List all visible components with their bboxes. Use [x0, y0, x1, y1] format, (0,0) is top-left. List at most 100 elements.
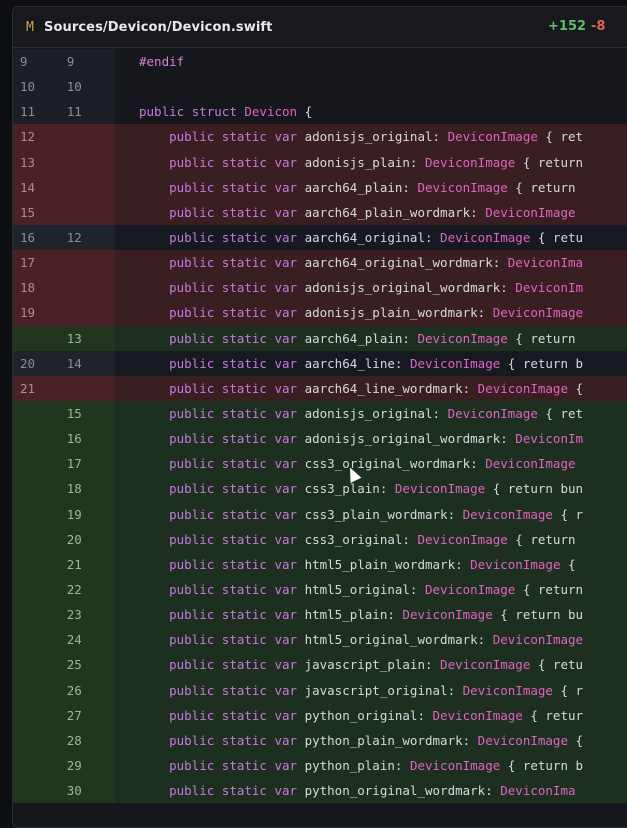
code-token: DeviconImage	[402, 607, 493, 623]
diff-row[interactable]: 22 public static var html5_original: Dev…	[13, 576, 627, 603]
code-token: aarch64_original:	[304, 230, 441, 246]
new-line-number: 10	[66, 79, 82, 95]
diff-row[interactable]: 21 public static var html5_plain_wordmar…	[13, 551, 627, 577]
code-token: html5_plain_wordmark:	[304, 556, 471, 572]
code-token: adonisjs_original_wordmark:	[304, 280, 516, 296]
code-token: public static var	[169, 406, 305, 422]
code-token: { return	[515, 154, 584, 170]
new-line-number: 13	[66, 330, 82, 346]
diff-row[interactable]: 11 11 public struct Devicon {	[13, 99, 627, 125]
new-line-number: 16	[66, 431, 82, 447]
diff-row[interactable]: 20 14 public static var aarch64_line: Dev…	[13, 350, 627, 376]
code-line: public static var javascript_plain: Devi…	[115, 657, 583, 672]
line-number-gutter: 25	[13, 652, 115, 678]
code-token: public static var	[169, 607, 305, 623]
code-token: {	[297, 104, 313, 120]
new-line-number: 15	[66, 406, 82, 422]
code-token: struct	[191, 104, 245, 120]
diff-row[interactable]: 20 public static var css3_original: Devi…	[13, 526, 627, 552]
diff-row[interactable]: 21 public static var aarch64_line_wordma…	[13, 375, 627, 401]
code-token: DeviconImage	[485, 456, 576, 472]
diff-row[interactable]: 12 public static var adonisjs_original: …	[13, 124, 627, 150]
code-token: DeviconImage	[409, 758, 501, 773]
code-line: public static var css3_original: Devicon…	[115, 531, 576, 547]
code-token: {	[560, 556, 576, 572]
code-token: { return	[515, 582, 584, 598]
new-line-number: 18	[66, 481, 82, 497]
diff-row[interactable]: 9 9 #endif	[13, 49, 627, 75]
old-line-number: 21	[20, 380, 36, 396]
line-number-gutter: 19	[13, 300, 115, 326]
code-token: DeviconImage	[417, 531, 508, 547]
diff-row[interactable]: 15 public static var adonisjs_original: …	[13, 400, 627, 427]
code-token: DeviconImage	[432, 707, 523, 723]
diff-row[interactable]: 25 public static var javascript_plain: D…	[13, 652, 627, 678]
diff-row[interactable]: 18 public static var adonisjs_original_w…	[13, 275, 627, 301]
file-header[interactable]: M Sources/Devicon/Devicon.swift +152 -8	[13, 7, 627, 48]
new-line-number: 9	[66, 54, 75, 70]
diff-row[interactable]: 28 public static var python_plain_wordma…	[13, 727, 627, 753]
old-line-number: 12	[20, 129, 36, 145]
line-number-gutter: 12	[13, 124, 115, 150]
code-line: public static var adonisjs_plain: Devico…	[115, 155, 583, 170]
diff-row[interactable]: 16 12 public static var aarch64_original:…	[13, 224, 627, 251]
code-token: DeviconImage	[447, 406, 538, 422]
code-token: css3_plain:	[304, 481, 395, 497]
diff-row[interactable]: 17 public static var css3_original_wordm…	[13, 451, 627, 477]
code-token: public static var	[169, 707, 305, 723]
code-token: adonisjs_original_wordmark:	[304, 431, 516, 447]
diff-row[interactable]: 13 public static var aarch64_plain: Devi…	[13, 325, 627, 351]
diff-row[interactable]: 10 10	[13, 74, 627, 100]
new-line-number: 28	[66, 732, 82, 748]
code-token: DeviconImage	[462, 506, 553, 522]
code-line: public static var python_plain: DeviconI…	[115, 758, 583, 773]
code-token: { return	[507, 531, 576, 547]
diff-row[interactable]: 17 public static var aarch64_original_wo…	[13, 250, 627, 276]
line-number-gutter: 26	[13, 677, 115, 703]
code-token: public static var	[169, 305, 305, 321]
diff-row[interactable]: 24 public static var html5_original_word…	[13, 627, 627, 653]
diff-row[interactable]: 15 public static var aarch64_plain_wordm…	[13, 199, 627, 225]
code-token: public static var	[169, 732, 305, 748]
line-number-gutter: 22	[13, 576, 115, 603]
diff-row[interactable]: 14 public static var aarch64_plain: Devi…	[13, 174, 627, 200]
line-number-gutter: 14	[13, 174, 115, 200]
diff-row[interactable]: 29 public static var python_plain: Devic…	[13, 752, 627, 779]
code-token: aarch64_plain_wordmark:	[304, 204, 486, 220]
code-token: public static var	[169, 758, 305, 773]
code-line: public static var html5_original_wordmar…	[115, 632, 583, 647]
diff-row[interactable]: 23 public static var html5_plain: Devico…	[13, 602, 627, 628]
line-number-gutter: 29	[13, 752, 115, 779]
new-line-number: 22	[66, 582, 82, 598]
new-line-number: 27	[66, 707, 82, 723]
diff-row[interactable]: 19 public static var css3_plain_wordmark…	[13, 501, 627, 527]
diff-row[interactable]: 26 public static var javascript_original…	[13, 677, 627, 703]
code-line: public static var python_original: Devic…	[115, 708, 583, 723]
file-path[interactable]: Sources/Devicon/Devicon.swift	[44, 20, 273, 35]
code-token: { r	[552, 506, 584, 522]
code-token: DeviconImage	[440, 657, 531, 673]
diff-row[interactable]: 19 public static var adonisjs_plain_word…	[13, 300, 627, 326]
new-line-number: 19	[66, 506, 82, 522]
diff-row[interactable]: 13 public static var adonisjs_plain: Dev…	[13, 149, 627, 175]
diff-row[interactable]: 18 public static var css3_plain: Devicon…	[13, 476, 627, 502]
code-line: public static var html5_plain_wordmark: …	[115, 556, 576, 572]
diff-row[interactable]: 30 public static var python_original_wor…	[13, 778, 627, 804]
additions-count: +152	[548, 19, 587, 34]
diff-row[interactable]: 27 public static var python_original: De…	[13, 702, 627, 728]
code-token: aarch64_original_wordmark:	[304, 255, 508, 271]
diff-row[interactable]: 16 public static var adonisjs_original_w…	[13, 426, 627, 452]
